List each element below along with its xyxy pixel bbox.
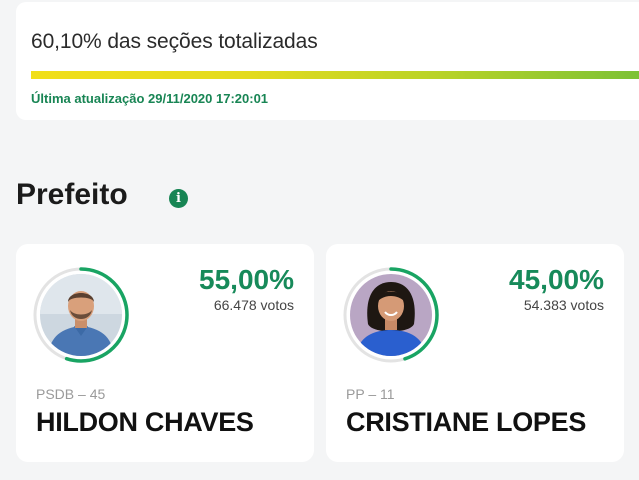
avatar: [32, 266, 130, 364]
sections-totalized-text: 60,10% das seções totalizadas: [31, 30, 318, 53]
party-number: PSDB – 45: [36, 386, 106, 402]
vote-count: 66.478 votos: [213, 297, 294, 313]
candidate-name: HILDON CHAVES: [36, 407, 254, 437]
candidate-photo-icon: [40, 274, 122, 356]
avatar: [342, 266, 440, 364]
totalization-status-card: 60,10% das seções totalizadas Última atu…: [16, 2, 639, 120]
candidate-card[interactable]: 45,00% 54.383 votos PP – 11 CRISTIANE LO…: [326, 244, 624, 462]
vote-count: 54.383 votos: [523, 297, 604, 313]
candidate-name: CRISTIANE LOPES: [346, 407, 587, 437]
section-title: Prefeito: [16, 178, 128, 211]
info-icon[interactable]: i: [169, 189, 188, 208]
candidate-photo-icon: [350, 274, 432, 356]
vote-percentage: 55,00%: [199, 264, 294, 295]
candidate-card[interactable]: 55,00% 66.478 votos PSDB – 45 HILDON CHA…: [16, 244, 314, 462]
totalization-progress-bar: [31, 71, 639, 79]
vote-percentage: 45,00%: [509, 264, 604, 295]
last-update-text: Última atualização 29/11/2020 17:20:01: [31, 91, 269, 106]
party-number: PP – 11: [346, 386, 395, 402]
